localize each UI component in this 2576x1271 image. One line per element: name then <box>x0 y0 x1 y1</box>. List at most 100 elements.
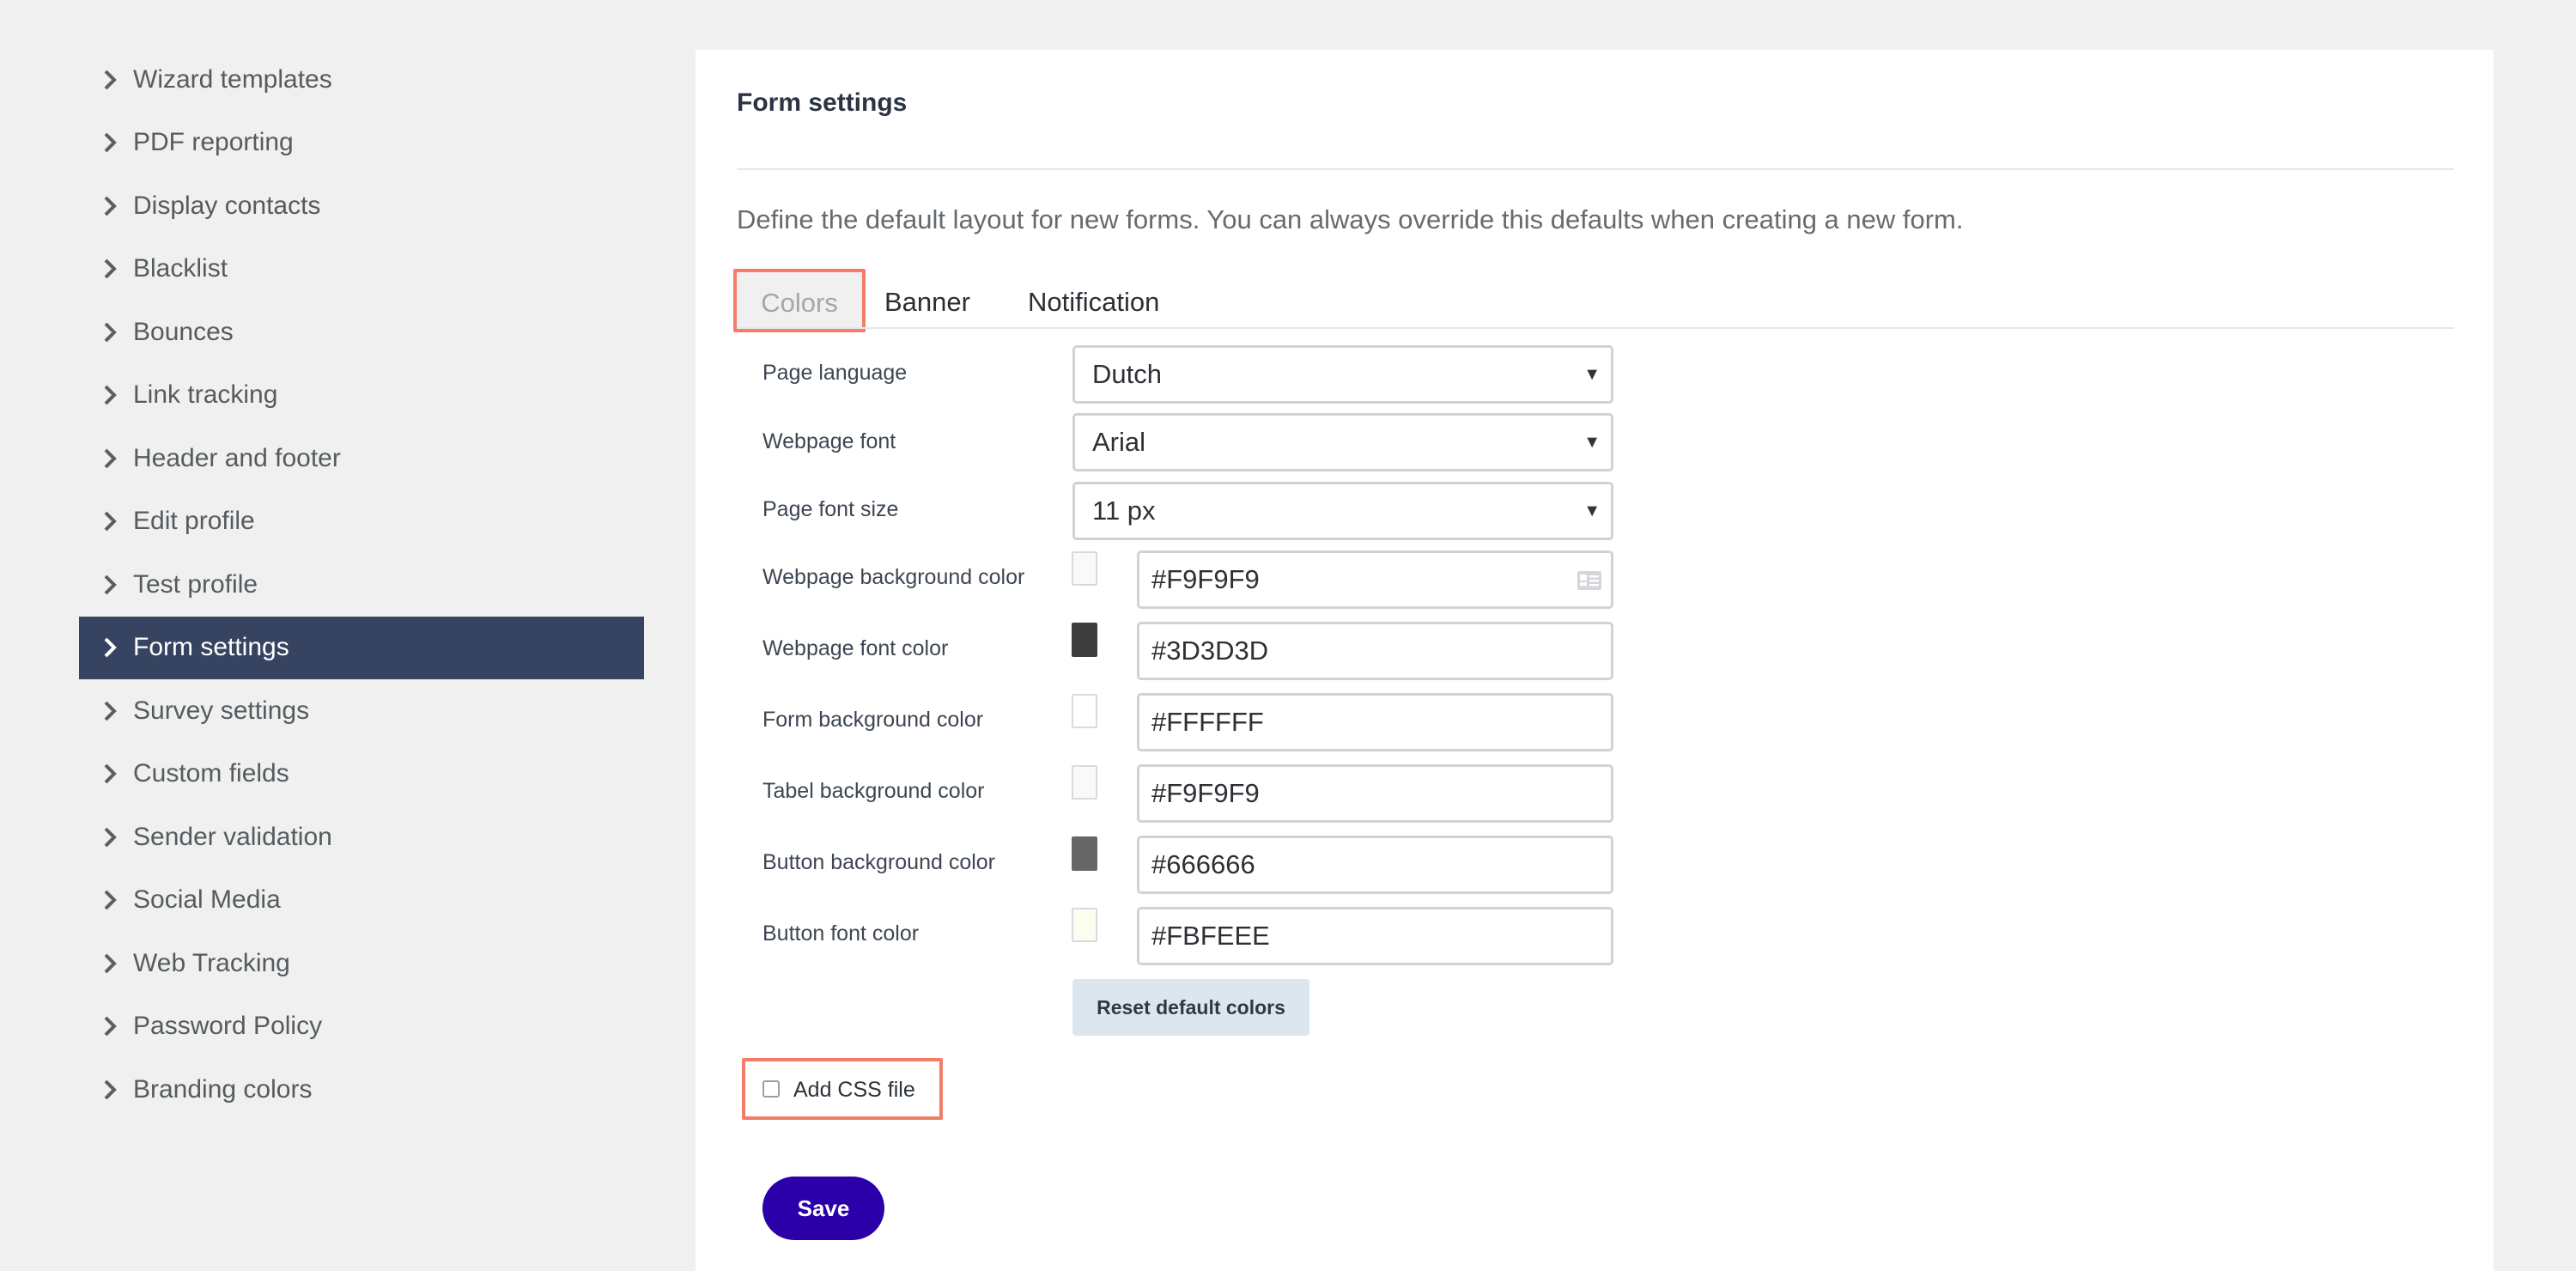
sidebar-item-label: PDF reporting <box>133 128 294 157</box>
sidebar-item-pdf-reporting[interactable]: PDF reporting <box>79 112 644 175</box>
webpage-font-label: Webpage font <box>762 429 896 453</box>
sidebar-item-display-contacts[interactable]: Display contacts <box>79 174 644 238</box>
webpage-background-color-label: Webpage background color <box>762 565 1025 589</box>
sidebar-item-label: Bounces <box>133 317 234 346</box>
button-background-color-swatch[interactable] <box>1072 836 1097 871</box>
tabs-divider <box>737 327 2454 329</box>
settings-sidebar: Wizard templates PDF reporting Display c… <box>79 48 644 1122</box>
title-divider <box>737 168 2454 170</box>
reset-default-colors-button[interactable]: Reset default colors <box>1072 979 1309 1036</box>
sidebar-item-label: Display contacts <box>133 191 321 220</box>
sidebar-item-bounces[interactable]: Bounces <box>79 301 644 364</box>
webpage-font-color-input[interactable]: #3D3D3D <box>1137 622 1613 680</box>
form-background-color-value: #FFFFFF <box>1151 707 1264 737</box>
webpage-background-color-value: #F9F9F9 <box>1151 564 1260 594</box>
webpage-font-color-value: #3D3D3D <box>1151 636 1269 666</box>
caret-down-icon: ▼ <box>1583 433 1601 452</box>
tab-colors[interactable]: Colors <box>733 269 866 332</box>
page-title: Form settings <box>737 88 908 117</box>
form-background-color-swatch[interactable] <box>1072 694 1097 728</box>
button-font-color-label: Button font color <box>762 921 920 946</box>
webpage-background-color-input[interactable]: #F9F9F9 <box>1137 550 1613 609</box>
form-settings-panel: Form settings Define the default layout … <box>696 50 2494 1271</box>
chevron-right-icon <box>104 827 117 848</box>
page-language-label: Page language <box>762 361 908 385</box>
chevron-right-icon <box>104 196 117 216</box>
contact-card-icon <box>1577 571 1601 590</box>
sidebar-item-web-tracking[interactable]: Web Tracking <box>79 932 644 995</box>
form-background-color-input[interactable]: #FFFFFF <box>1137 693 1613 751</box>
sidebar-item-label: Branding colors <box>133 1074 313 1104</box>
table-background-color-input[interactable]: #F9F9F9 <box>1137 764 1613 823</box>
sidebar-item-label: Edit profile <box>133 507 255 536</box>
table-background-color-swatch[interactable] <box>1072 765 1097 800</box>
sidebar-item-label: Wizard templates <box>133 64 332 94</box>
sidebar-item-social-media[interactable]: Social Media <box>79 869 644 933</box>
page-font-size-value: 11 px <box>1092 496 1156 526</box>
page-font-size-select[interactable]: 11 px ▼ <box>1072 482 1613 540</box>
caret-down-icon: ▼ <box>1583 365 1601 384</box>
sidebar-item-header-and-footer[interactable]: Header and footer <box>79 427 644 490</box>
button-background-color-value: #666666 <box>1151 849 1255 879</box>
sidebar-item-test-profile[interactable]: Test profile <box>79 553 644 617</box>
sidebar-item-password-policy[interactable]: Password Policy <box>79 995 644 1059</box>
page-language-select[interactable]: Dutch ▼ <box>1072 345 1613 404</box>
sidebar-item-label: Header and footer <box>133 443 341 472</box>
chevron-right-icon <box>104 1016 117 1037</box>
page-font-size-label: Page font size <box>762 497 899 521</box>
webpage-background-color-swatch[interactable] <box>1072 551 1097 586</box>
sidebar-item-sender-validation[interactable]: Sender validation <box>79 806 644 869</box>
chevron-right-icon <box>104 575 117 595</box>
chevron-right-icon <box>104 763 117 784</box>
webpage-font-color-label: Webpage font color <box>762 636 949 660</box>
chevron-right-icon <box>104 448 117 469</box>
sidebar-item-label: Link tracking <box>133 380 278 410</box>
chevron-right-icon <box>104 1079 117 1100</box>
sidebar-item-custom-fields[interactable]: Custom fields <box>79 743 644 806</box>
button-font-color-input[interactable]: #FBFEEE <box>1137 907 1613 965</box>
tab-notification[interactable]: Notification <box>1028 269 1159 332</box>
webpage-font-color-swatch[interactable] <box>1072 623 1097 657</box>
chevron-right-icon <box>104 70 117 90</box>
button-font-color-value: #FBFEEE <box>1151 921 1270 951</box>
button-background-color-input[interactable]: #666666 <box>1137 836 1613 894</box>
sidebar-item-edit-profile[interactable]: Edit profile <box>79 490 644 554</box>
sidebar-item-form-settings[interactable]: Form settings <box>79 616 644 679</box>
sidebar-item-label: Sender validation <box>133 822 332 851</box>
button-background-color-label: Button background color <box>762 850 996 874</box>
sidebar-item-label: Form settings <box>133 633 289 662</box>
sidebar-item-blacklist[interactable]: Blacklist <box>79 238 644 301</box>
webpage-font-select[interactable]: Arial ▼ <box>1072 413 1613 471</box>
form-background-color-label: Form background color <box>762 708 984 732</box>
page-language-value: Dutch <box>1092 359 1162 389</box>
chevron-right-icon <box>104 953 117 974</box>
sidebar-item-wizard-templates[interactable]: Wizard templates <box>79 48 644 112</box>
add-css-file-checkbox[interactable] <box>762 1080 780 1098</box>
webpage-font-value: Arial <box>1092 427 1146 457</box>
caret-down-icon: ▼ <box>1583 502 1601 520</box>
sidebar-item-label: Custom fields <box>133 759 289 788</box>
sidebar-item-label: Web Tracking <box>133 948 290 977</box>
sidebar-item-label: Survey settings <box>133 696 310 725</box>
sidebar-item-survey-settings[interactable]: Survey settings <box>79 679 644 743</box>
tab-banner[interactable]: Banner <box>884 269 970 332</box>
intro-text: Define the default layout for new forms.… <box>737 204 1964 234</box>
chevron-right-icon <box>104 132 117 153</box>
chevron-right-icon <box>104 322 117 343</box>
chevron-right-icon <box>104 890 117 910</box>
sidebar-item-label: Test profile <box>133 569 258 599</box>
table-background-color-value: #F9F9F9 <box>1151 778 1260 808</box>
sidebar-item-link-tracking[interactable]: Link tracking <box>79 364 644 428</box>
sidebar-item-label: Password Policy <box>133 1012 323 1041</box>
table-background-color-label: Tabel background color <box>762 779 985 803</box>
chevron-right-icon <box>104 385 117 405</box>
chevron-right-icon <box>104 258 117 279</box>
sidebar-item-label: Social Media <box>133 885 281 915</box>
save-button[interactable]: Save <box>762 1177 884 1240</box>
sidebar-item-branding-colors[interactable]: Branding colors <box>79 1058 644 1122</box>
chevron-right-icon <box>104 701 117 721</box>
add-css-file-label[interactable]: Add CSS file <box>793 1078 915 1103</box>
button-font-color-swatch[interactable] <box>1072 908 1097 942</box>
sidebar-item-label: Blacklist <box>133 254 228 283</box>
chevron-right-icon <box>104 637 117 658</box>
